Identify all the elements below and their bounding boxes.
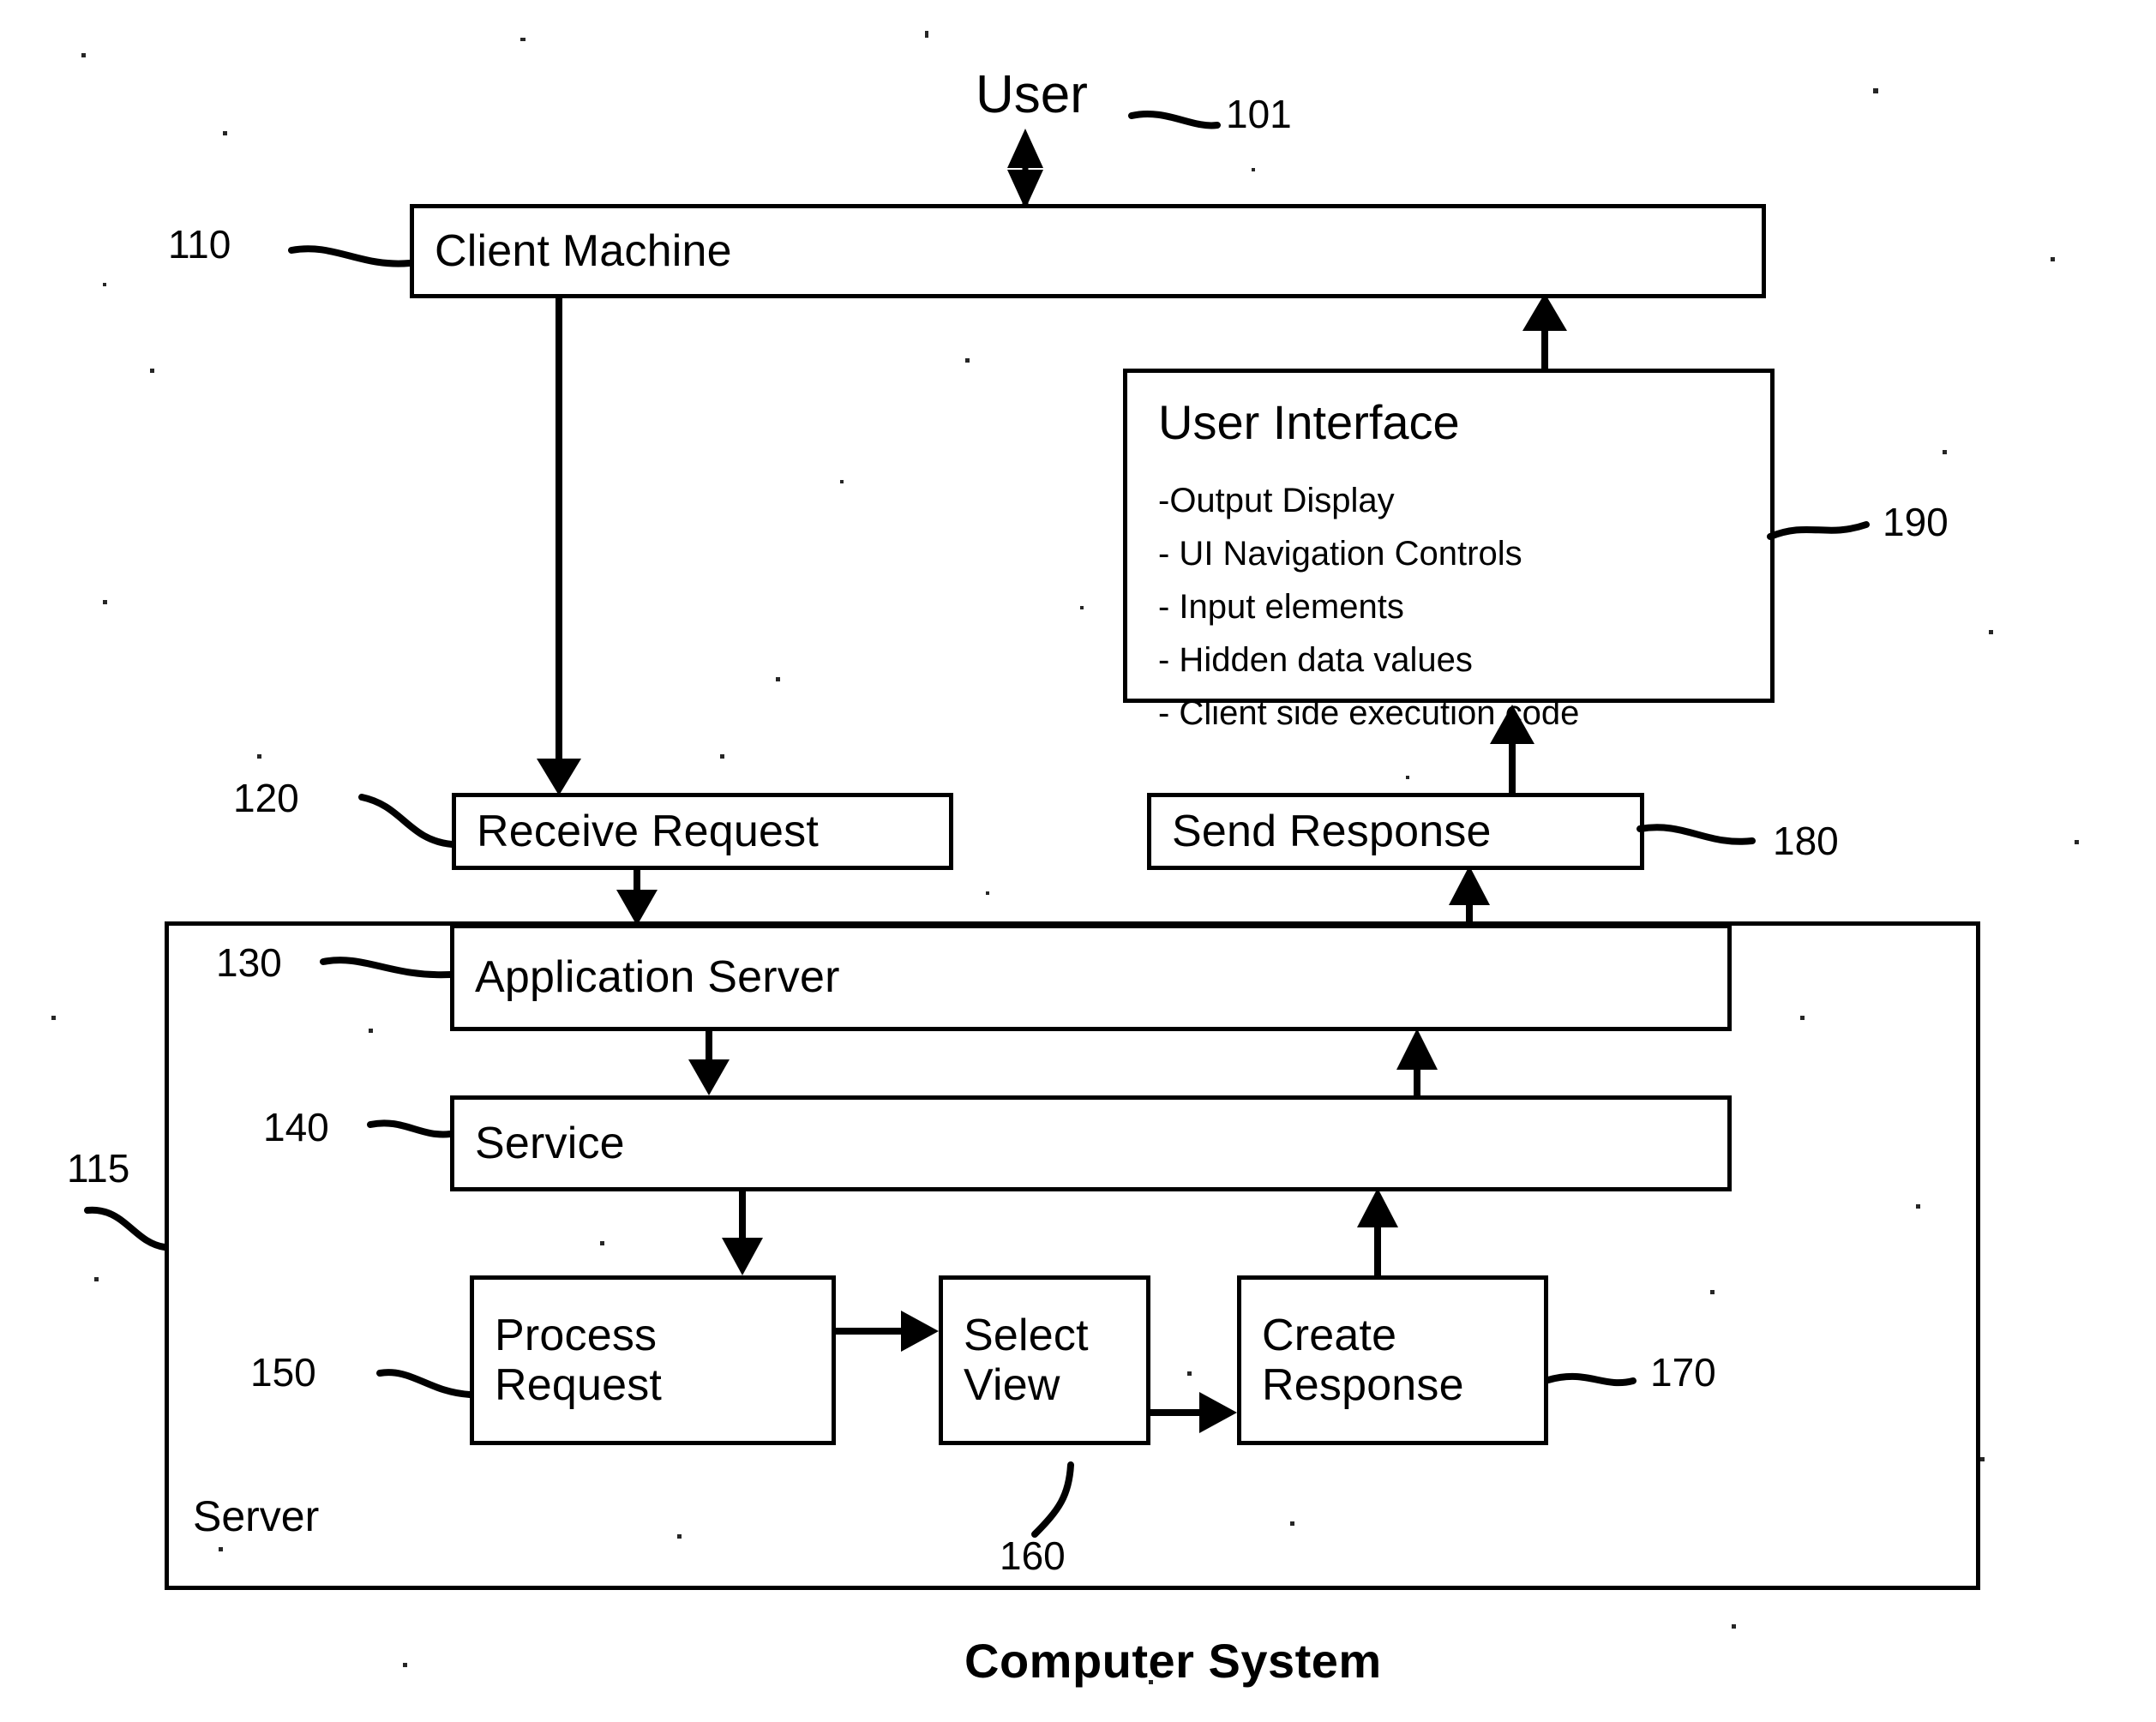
- client-machine-box[interactable]: Client Machine: [410, 204, 1766, 298]
- user-interface-title: User Interface: [1158, 395, 1460, 449]
- arrow-app-server-to-send-response: [1449, 866, 1490, 926]
- receive-request-label: Receive Request: [477, 806, 819, 856]
- figure-caption: Computer System: [964, 1634, 1382, 1688]
- arrow-user-client: [1007, 129, 1043, 209]
- create-response-label: Create Response: [1262, 1310, 1464, 1410]
- send-response-box[interactable]: Send Response: [1147, 793, 1644, 870]
- arrow-ui-to-client: [1522, 293, 1567, 369]
- client-machine-label: Client Machine: [435, 225, 732, 276]
- ref-170: 170: [1650, 1350, 1716, 1395]
- application-server-box[interactable]: Application Server: [450, 924, 1732, 1031]
- arrow-client-to-receive-request: [537, 298, 581, 795]
- ref-160: 160: [1000, 1533, 1066, 1578]
- ref-190: 190: [1883, 500, 1949, 544]
- ref-150: 150: [250, 1350, 316, 1395]
- ref-120: 120: [233, 776, 299, 820]
- select-view-box[interactable]: Select View: [939, 1275, 1150, 1445]
- service-box[interactable]: Service: [450, 1095, 1732, 1191]
- application-server-label: Application Server: [475, 952, 840, 1003]
- service-label: Service: [475, 1118, 625, 1168]
- receive-request-box[interactable]: Receive Request: [452, 793, 953, 870]
- process-request-label: Process Request: [495, 1310, 663, 1410]
- server-container-label: Server: [193, 1492, 320, 1540]
- ref-115: 115: [67, 1146, 130, 1191]
- user-interface-items: -Output Display - UI Navigation Controls…: [1158, 482, 1580, 732]
- select-view-label: Select View: [964, 1310, 1089, 1410]
- ref-140: 140: [263, 1105, 329, 1149]
- send-response-label: Send Response: [1172, 806, 1492, 856]
- ref-180: 180: [1773, 819, 1839, 863]
- ref-130: 130: [216, 940, 282, 985]
- figure-canvas: User 101 110 Client Machine User Interfa…: [0, 0, 2156, 1722]
- create-response-box[interactable]: Create Response: [1237, 1275, 1548, 1445]
- arrow-receive-request-to-app-server: [616, 867, 658, 926]
- ref-101: 101: [1226, 92, 1292, 136]
- process-request-box[interactable]: Process Request: [470, 1275, 836, 1445]
- ref-110: 110: [168, 222, 231, 267]
- user-interface-box[interactable]: User Interface -Output Display - UI Navi…: [1123, 369, 1775, 732]
- user-actor-label: User: [976, 65, 1088, 124]
